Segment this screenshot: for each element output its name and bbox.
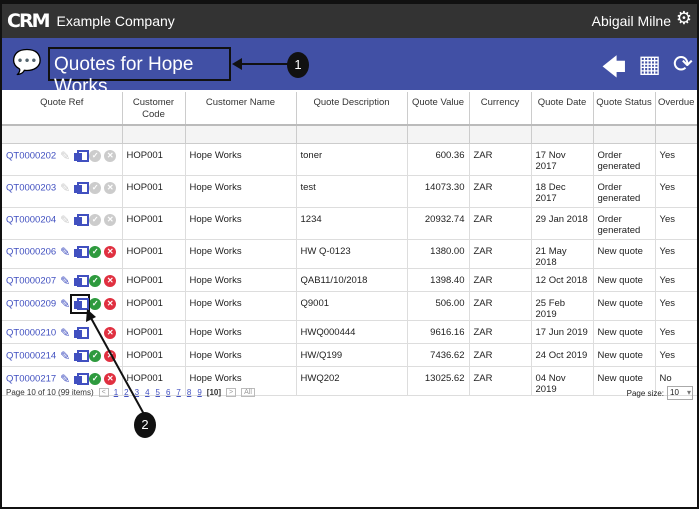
callout-arrow-2 [86, 309, 146, 417]
callout-badge-2: 2 [134, 412, 156, 438]
